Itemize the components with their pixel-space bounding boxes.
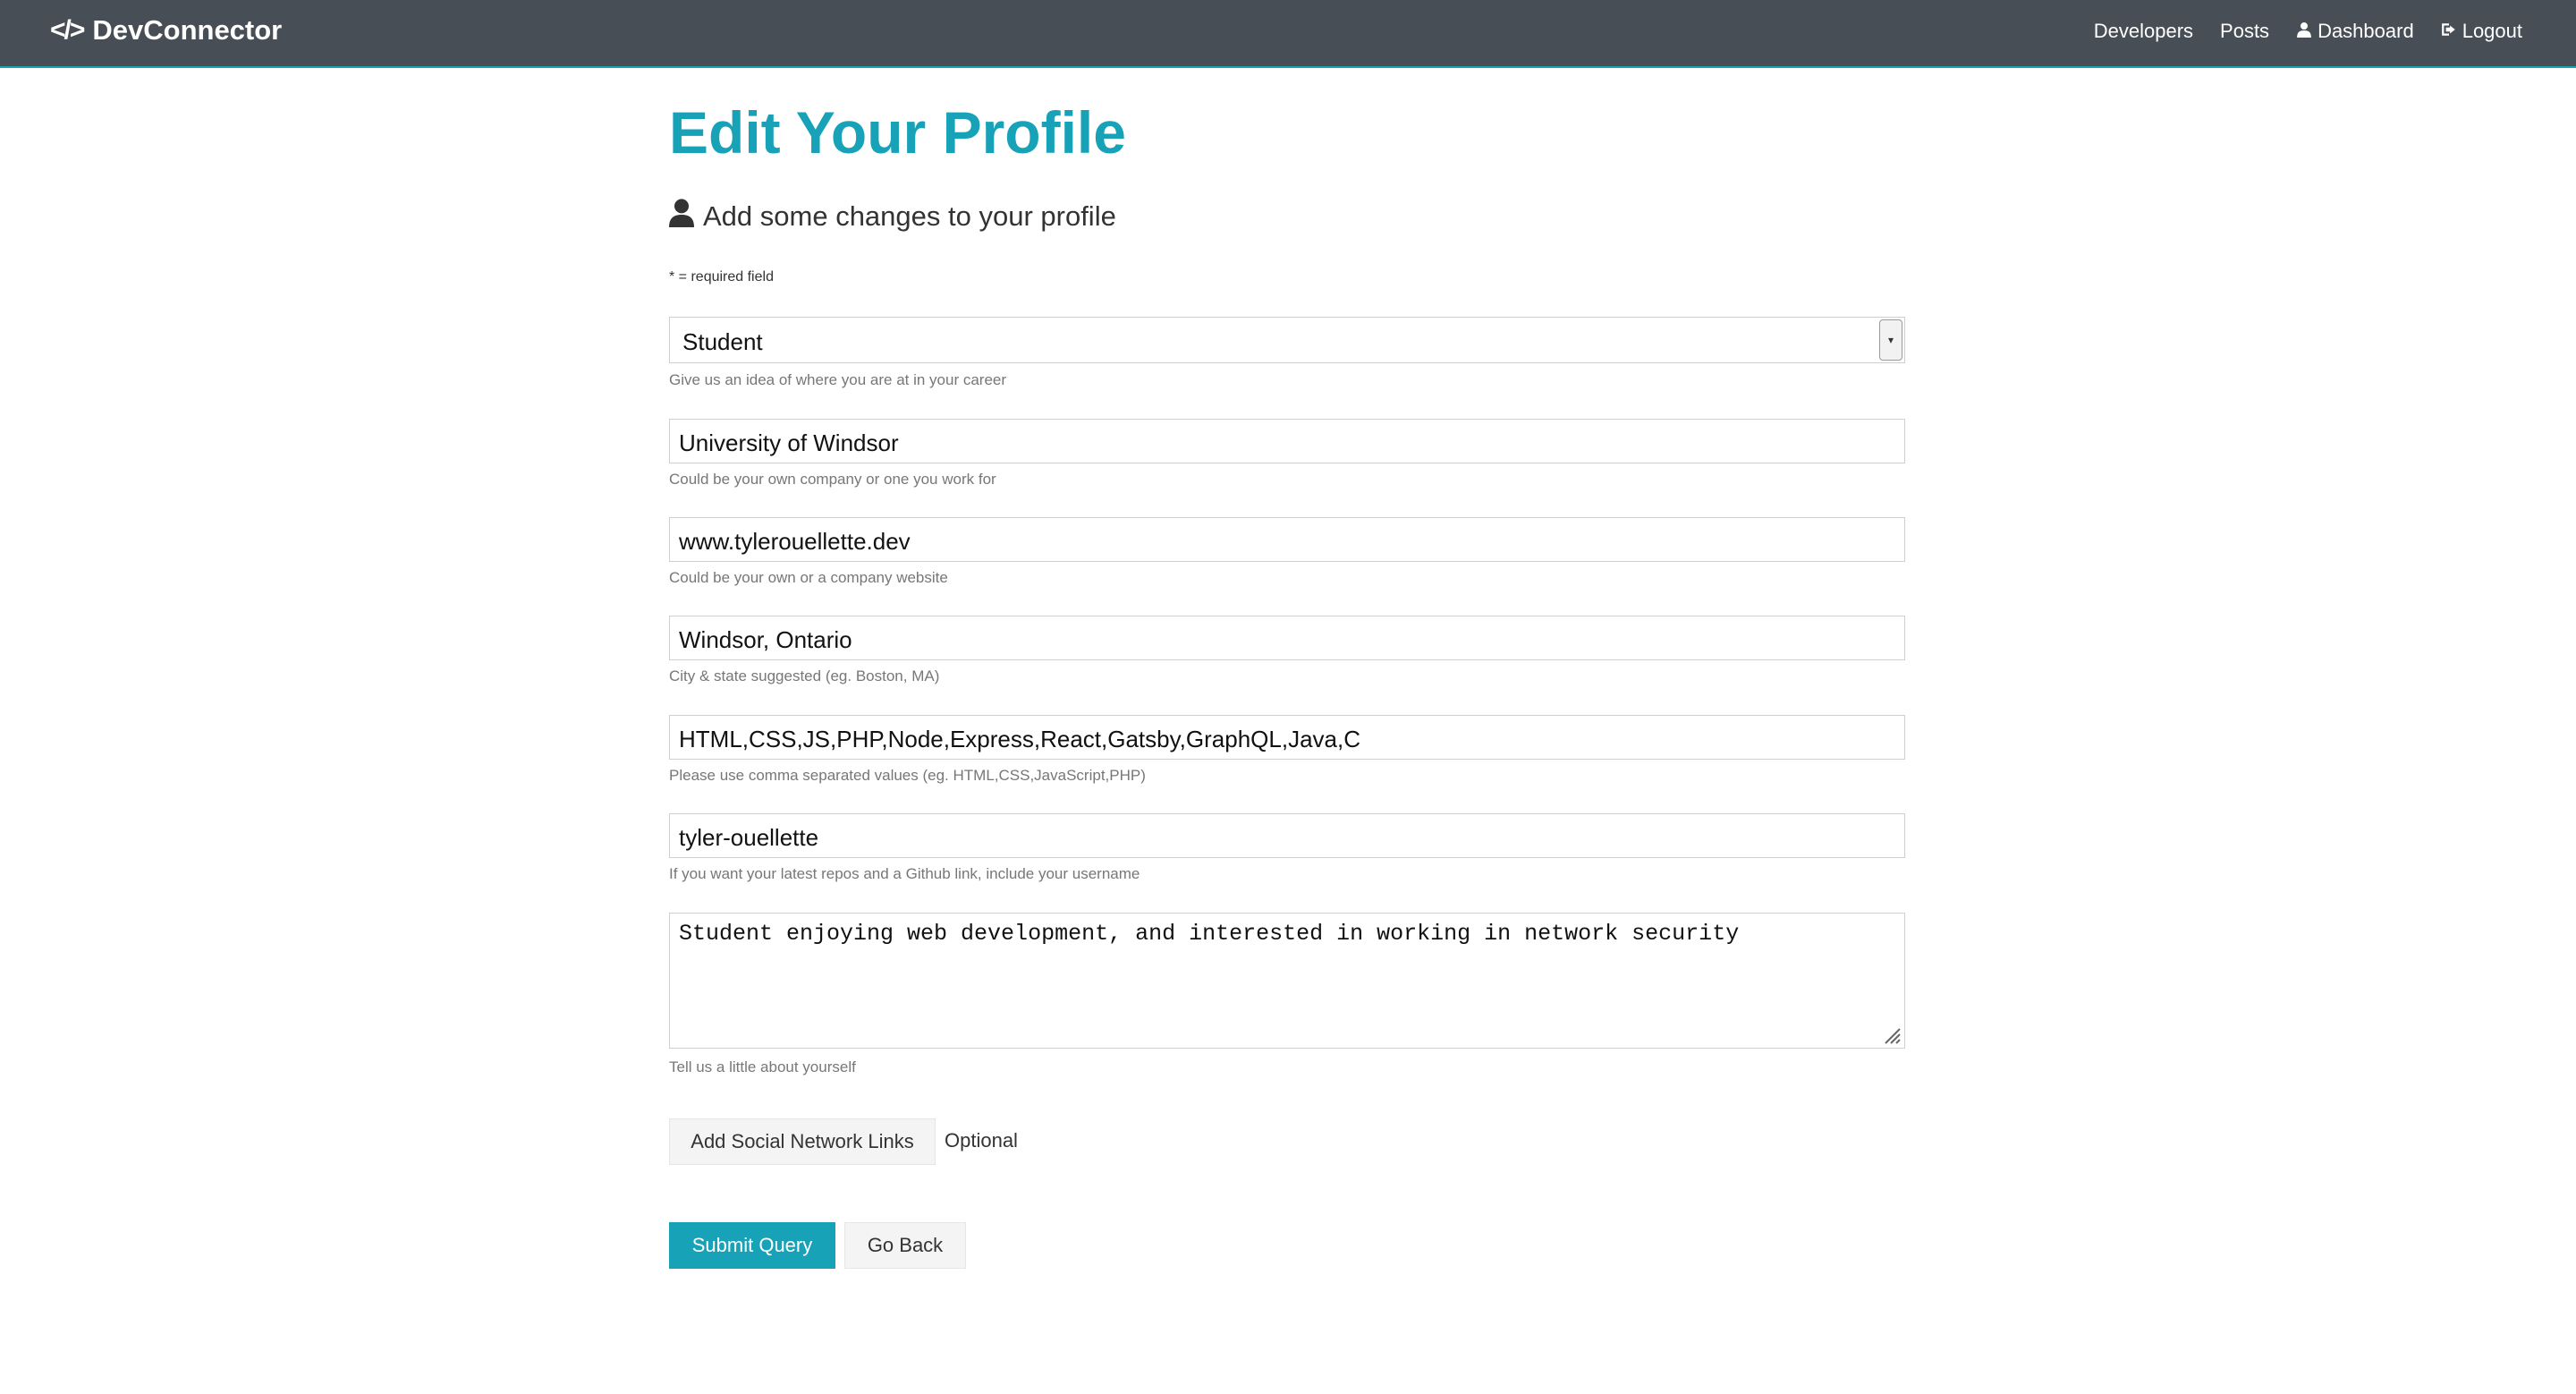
status-select-value: Student: [682, 328, 763, 355]
bio-textarea[interactable]: Student enjoying web development, and in…: [669, 913, 1905, 1049]
github-hint: If you want your latest repos and a Gith…: [669, 865, 1140, 882]
brand-name: DevConnector: [92, 14, 283, 46]
status-hint: Give us an idea of where you are at in y…: [669, 371, 1007, 388]
lead-label: Add some changes to your profile: [703, 200, 1116, 232]
optional-label: Optional: [945, 1129, 1018, 1152]
nav-link-label: Developers: [2093, 20, 2194, 42]
user-icon: [669, 199, 694, 234]
bio-hint: Tell us a little about yourself: [669, 1058, 856, 1075]
skills-hint: Please use comma separated values (eg. H…: [669, 767, 1146, 784]
nav-link-logout[interactable]: Logout: [2441, 20, 2522, 43]
chevron-down-icon[interactable]: ▾: [1879, 319, 1902, 361]
submit-button[interactable]: Submit Query: [669, 1222, 835, 1269]
company-input[interactable]: University of Windsor: [669, 419, 1905, 463]
nav-link-dashboard[interactable]: Dashboard: [2296, 20, 2414, 43]
user-icon: [2296, 20, 2312, 43]
nav-link-developers[interactable]: Developers: [2094, 20, 2193, 43]
location-input[interactable]: Windsor, Ontario: [669, 616, 1905, 660]
status-select[interactable]: Student ▾: [669, 317, 1905, 363]
location-input-value: Windsor, Ontario: [679, 626, 852, 653]
page-title: Edit Your Profile: [669, 99, 1126, 166]
sign-out-icon: [2441, 20, 2457, 43]
lead-text: Add some changes to your profile: [669, 199, 1116, 234]
resize-handle-icon[interactable]: [1882, 1025, 1902, 1045]
github-username-input[interactable]: tyler-ouellette: [669, 813, 1905, 858]
add-social-links-button[interactable]: Add Social Network Links: [669, 1118, 936, 1165]
website-input-value: www.tylerouellette.dev: [679, 528, 911, 555]
bio-textarea-value: Student enjoying web development, and in…: [679, 921, 1740, 947]
navbar: </> DevConnector Developers Posts Dashbo…: [0, 0, 2576, 68]
required-field-note: * = required field: [669, 269, 774, 285]
github-username-value: tyler-ouellette: [679, 824, 819, 851]
nav-links: Developers Posts Dashboard Logout: [2094, 16, 2522, 47]
website-input[interactable]: www.tylerouellette.dev: [669, 517, 1905, 562]
brand-link[interactable]: </> DevConnector: [50, 13, 282, 48]
code-icon: </>: [50, 15, 85, 45]
location-hint: City & state suggested (eg. Boston, MA): [669, 667, 940, 684]
go-back-button[interactable]: Go Back: [844, 1222, 966, 1269]
nav-link-label: Posts: [2220, 20, 2270, 42]
skills-input[interactable]: HTML,CSS,JS,PHP,Node,Express,React,Gatsb…: [669, 715, 1905, 760]
skills-input-value: HTML,CSS,JS,PHP,Node,Express,React,Gatsb…: [679, 726, 1360, 752]
company-input-value: University of Windsor: [679, 429, 899, 456]
nav-link-label: Dashboard: [2318, 20, 2414, 42]
nav-link-label: Logout: [2462, 20, 2522, 42]
company-hint: Could be your own company or one you wor…: [669, 471, 996, 488]
nav-link-posts[interactable]: Posts: [2220, 20, 2269, 43]
website-hint: Could be your own or a company website: [669, 569, 948, 586]
